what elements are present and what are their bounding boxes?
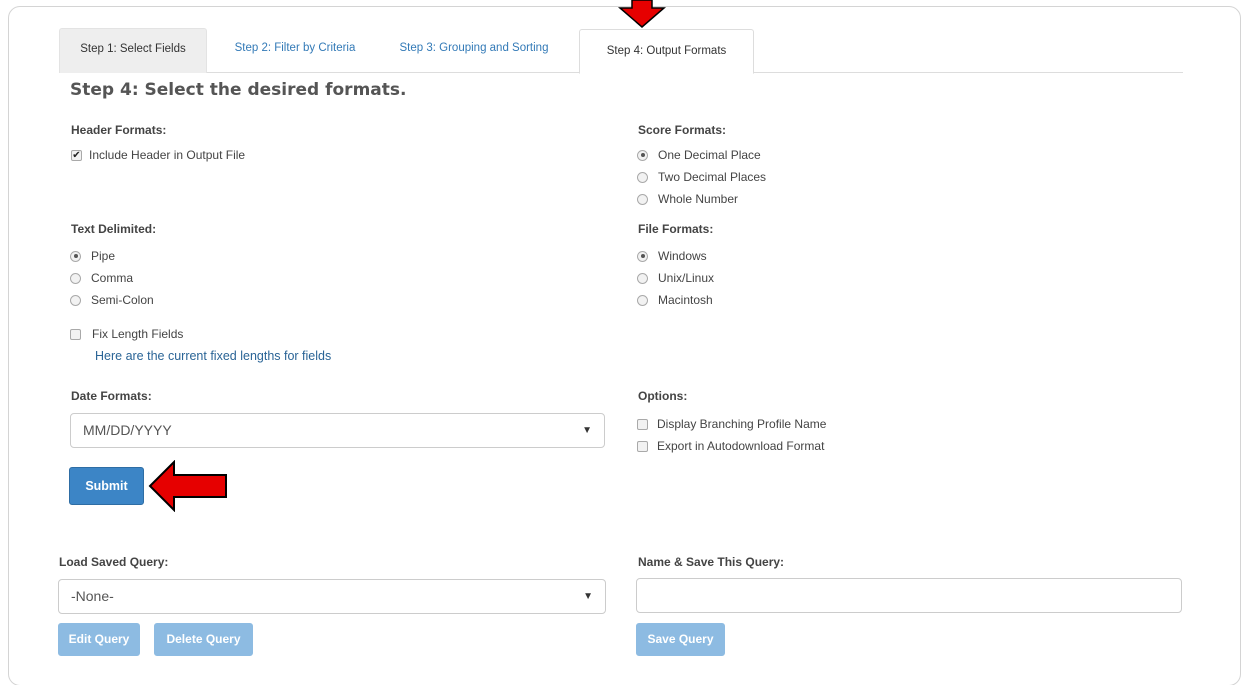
fix-length-option[interactable]: Fix Length Fields (70, 326, 183, 342)
include-header-label: Include Header in Output File (89, 148, 246, 162)
text-delimited-label: Text Delimited: (71, 222, 157, 236)
date-format-select[interactable]: MM/DD/YYYY ▼ (70, 413, 605, 448)
score-two-decimal-option[interactable]: Two Decimal Places (637, 169, 766, 185)
query-name-input[interactable] (636, 578, 1182, 613)
left-arrow-icon (148, 460, 227, 512)
export-autodownload-option[interactable]: Export in Autodownload Format (637, 438, 824, 454)
tab-grouping-and-sorting[interactable]: Step 3: Grouping and Sorting (384, 28, 564, 73)
include-header-checkbox[interactable]: ✔ (71, 149, 82, 161)
options-label: Options: (638, 389, 688, 403)
score-two-decimal-radio[interactable] (637, 171, 648, 183)
delimiter-pipe-radio[interactable] (70, 250, 81, 262)
score-formats-label: Score Formats: (638, 123, 727, 137)
delimiter-comma-option[interactable]: Comma (70, 270, 133, 286)
delete-query-button[interactable]: Delete Query (154, 623, 253, 656)
display-branching-checkbox[interactable] (637, 418, 648, 430)
fix-length-checkbox[interactable] (70, 328, 81, 340)
down-arrow-icon (617, 0, 667, 28)
score-one-decimal-label: One Decimal Place (658, 148, 761, 162)
score-whole-number-option[interactable]: Whole Number (637, 191, 738, 207)
load-saved-query-label: Load Saved Query: (59, 555, 169, 569)
save-query-button[interactable]: Save Query (636, 623, 725, 656)
name-save-query-label: Name & Save This Query: (638, 555, 785, 569)
file-mac-radio[interactable] (637, 294, 648, 306)
file-windows-option[interactable]: Windows (637, 248, 707, 264)
delimiter-pipe-label: Pipe (91, 249, 116, 263)
delimiter-semicolon-option[interactable]: Semi-Colon (70, 292, 154, 308)
file-unix-radio[interactable] (637, 272, 648, 284)
score-whole-number-radio[interactable] (637, 193, 648, 205)
display-branching-option[interactable]: Display Branching Profile Name (637, 416, 826, 432)
file-mac-option[interactable]: Macintosh (637, 292, 713, 308)
submit-button[interactable]: Submit (69, 467, 144, 505)
delimiter-semicolon-radio[interactable] (70, 294, 81, 306)
fixed-lengths-link[interactable]: Here are the current fixed lengths for f… (95, 349, 331, 363)
tab-output-formats[interactable]: Step 4: Output Formats (579, 29, 754, 74)
fix-length-label: Fix Length Fields (92, 327, 184, 341)
step-tabs: Step 1: Select Fields Step 2: Filter by … (59, 28, 1183, 74)
file-windows-radio[interactable] (637, 250, 648, 262)
edit-query-button[interactable]: Edit Query (58, 623, 140, 656)
file-windows-label: Windows (658, 249, 707, 263)
file-unix-option[interactable]: Unix/Linux (637, 270, 714, 286)
chevron-down-icon: ▼ (582, 425, 592, 436)
date-formats-label: Date Formats: (71, 389, 152, 403)
file-formats-label: File Formats: (638, 222, 714, 236)
saved-query-select[interactable]: -None- ▼ (58, 579, 606, 614)
score-one-decimal-option[interactable]: One Decimal Place (637, 147, 761, 163)
chevron-down-icon: ▼ (583, 591, 593, 602)
page-title: Step 4: Select the desired formats. (70, 80, 407, 100)
include-header-option[interactable]: ✔ Include Header in Output File (71, 147, 245, 163)
export-autodownload-checkbox[interactable] (637, 440, 648, 452)
date-format-value: MM/DD/YYYY (83, 422, 172, 438)
delimiter-pipe-option[interactable]: Pipe (70, 248, 115, 264)
export-autodownload-label: Export in Autodownload Format (657, 439, 825, 453)
header-formats-label: Header Formats: (71, 123, 167, 137)
file-unix-label: Unix/Linux (658, 271, 715, 285)
score-whole-number-label: Whole Number (658, 192, 739, 206)
tab-select-fields[interactable]: Step 1: Select Fields (59, 28, 207, 73)
display-branching-label: Display Branching Profile Name (657, 417, 827, 431)
delimiter-comma-radio[interactable] (70, 272, 81, 284)
tab-filter-by-criteria[interactable]: Step 2: Filter by Criteria (216, 28, 374, 73)
score-one-decimal-radio[interactable] (637, 149, 648, 161)
saved-query-value: -None- (71, 588, 114, 604)
delimiter-semicolon-label: Semi-Colon (91, 293, 154, 307)
delimiter-comma-label: Comma (91, 271, 134, 285)
score-two-decimal-label: Two Decimal Places (658, 170, 767, 184)
file-mac-label: Macintosh (658, 293, 713, 307)
